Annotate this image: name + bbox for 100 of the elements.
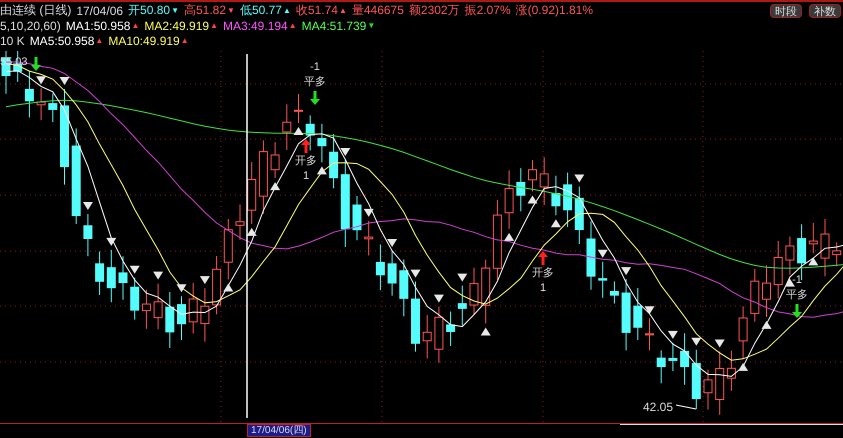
cursor-date-label: 17/04/06(四) [247, 424, 311, 438]
down-triangle-marker [176, 284, 186, 292]
candlestick [106, 249, 116, 302]
up-triangle-marker [316, 166, 327, 174]
down-triangle-marker [340, 148, 350, 156]
candlestick [364, 220, 374, 256]
candlestick [212, 255, 222, 315]
signal-count: 1 [540, 282, 546, 295]
up-triangle-marker [738, 362, 748, 371]
down-arrow-icon [31, 56, 41, 71]
candlestick [282, 104, 292, 150]
candlestick [820, 218, 830, 277]
down-triangle-marker [82, 202, 93, 210]
signal-count: 1 [302, 170, 310, 183]
down-arrow-icon [792, 304, 802, 318]
down-triangle-marker [387, 238, 398, 247]
candlestick [24, 70, 34, 118]
moving-average-value: MA1:50.958 [66, 18, 130, 32]
signal-label: 开多 [295, 154, 317, 168]
candlestick [154, 282, 163, 330]
candlestick [540, 156, 549, 206]
candlestick [36, 88, 46, 120]
candlestick [458, 284, 467, 326]
up-triangle-marker [246, 228, 257, 236]
candlestick [680, 332, 690, 386]
quote-value: 振2.07% [464, 2, 511, 19]
down-arrow-icon [310, 90, 320, 105]
signal-label: 开多 [532, 266, 554, 280]
candlestick [633, 287, 642, 340]
candlestick [177, 295, 186, 340]
up-triangle-marker [223, 283, 234, 292]
candlestick [586, 220, 596, 290]
moving-average-value: MA10:49.919 [108, 34, 180, 48]
chart-title: 由连续 (日线) [0, 2, 72, 19]
candlestick [774, 240, 783, 298]
indicator-params: 5,10,20,60) [0, 18, 61, 32]
up-triangle-marker [294, 126, 304, 135]
down-triangle-marker [714, 339, 725, 348]
trend-arrow-icon: ▲ [282, 6, 291, 16]
quote-value: 涨(0.92)1.81% [516, 2, 594, 19]
up-triangle-marker [504, 232, 514, 241]
trend-arrow-icon: ▲ [131, 20, 140, 30]
candlestick [470, 267, 478, 315]
up-triangle-marker [528, 195, 538, 204]
candlestick [422, 314, 432, 359]
trend-arrow-icon: ▲ [180, 36, 189, 46]
candlestick [200, 287, 210, 342]
signal-count: -1 [792, 274, 802, 287]
down-triangle-marker [621, 266, 632, 275]
up-arrow-icon [301, 138, 311, 153]
moving-average-value: MA2:49.919 [144, 18, 210, 32]
candlestick [399, 258, 408, 317]
up-triangle-marker [762, 320, 772, 329]
down-triangle-marker [130, 265, 140, 274]
candlestick [785, 236, 794, 275]
toolbar-button[interactable]: 补数 [809, 4, 841, 18]
trend-arrow-icon: ▼ [171, 6, 179, 16]
up-triangle-marker [270, 182, 280, 190]
candlestick [738, 306, 748, 360]
down-triangle-marker [364, 208, 374, 217]
quote-value: 量446675 [352, 2, 404, 19]
down-triangle-marker [457, 273, 468, 282]
candlestick [317, 123, 326, 163]
trend-arrow-icon: ▲ [288, 20, 297, 30]
candlestick [388, 250, 397, 296]
down-triangle-marker [598, 250, 608, 258]
candlestick [762, 264, 771, 318]
candlestick [668, 342, 678, 372]
candlestick [692, 349, 701, 410]
up-triangle-marker [550, 219, 561, 228]
toolbar-button[interactable]: 时段 [770, 4, 802, 18]
down-triangle-marker [106, 238, 116, 246]
candlestick [808, 222, 818, 254]
candlestick [528, 159, 537, 192]
candlestick [236, 204, 244, 240]
quote-value: 开50.80 [128, 2, 170, 19]
up-arrow-icon [538, 250, 548, 265]
trend-arrow-icon: ▼ [367, 20, 376, 30]
up-triangle-marker [480, 327, 491, 336]
down-triangle-marker [200, 276, 210, 284]
moving-average-value: MA3:49.194 [223, 18, 288, 32]
candlestick [83, 213, 92, 256]
quote-value: 低50.77 [240, 2, 282, 19]
candlestick [118, 256, 128, 300]
indicator-params: 10 K [0, 34, 25, 48]
candlestick [715, 350, 724, 416]
candlestick [247, 161, 256, 224]
candlestick [704, 369, 712, 410]
up-triangle-marker [808, 257, 818, 266]
candlestick [645, 318, 654, 351]
down-triangle-marker [60, 76, 70, 85]
down-triangle-marker [410, 269, 420, 278]
candlestick [376, 244, 385, 290]
quote-value: 额2302万 [408, 2, 460, 19]
trend-arrow-icon: ▲ [338, 6, 347, 16]
candlestick [142, 289, 151, 330]
date-label: 17/04/06 [76, 4, 124, 18]
down-triangle-marker [644, 306, 654, 314]
signal-count: -1 [310, 60, 320, 74]
candlestick [656, 350, 666, 384]
